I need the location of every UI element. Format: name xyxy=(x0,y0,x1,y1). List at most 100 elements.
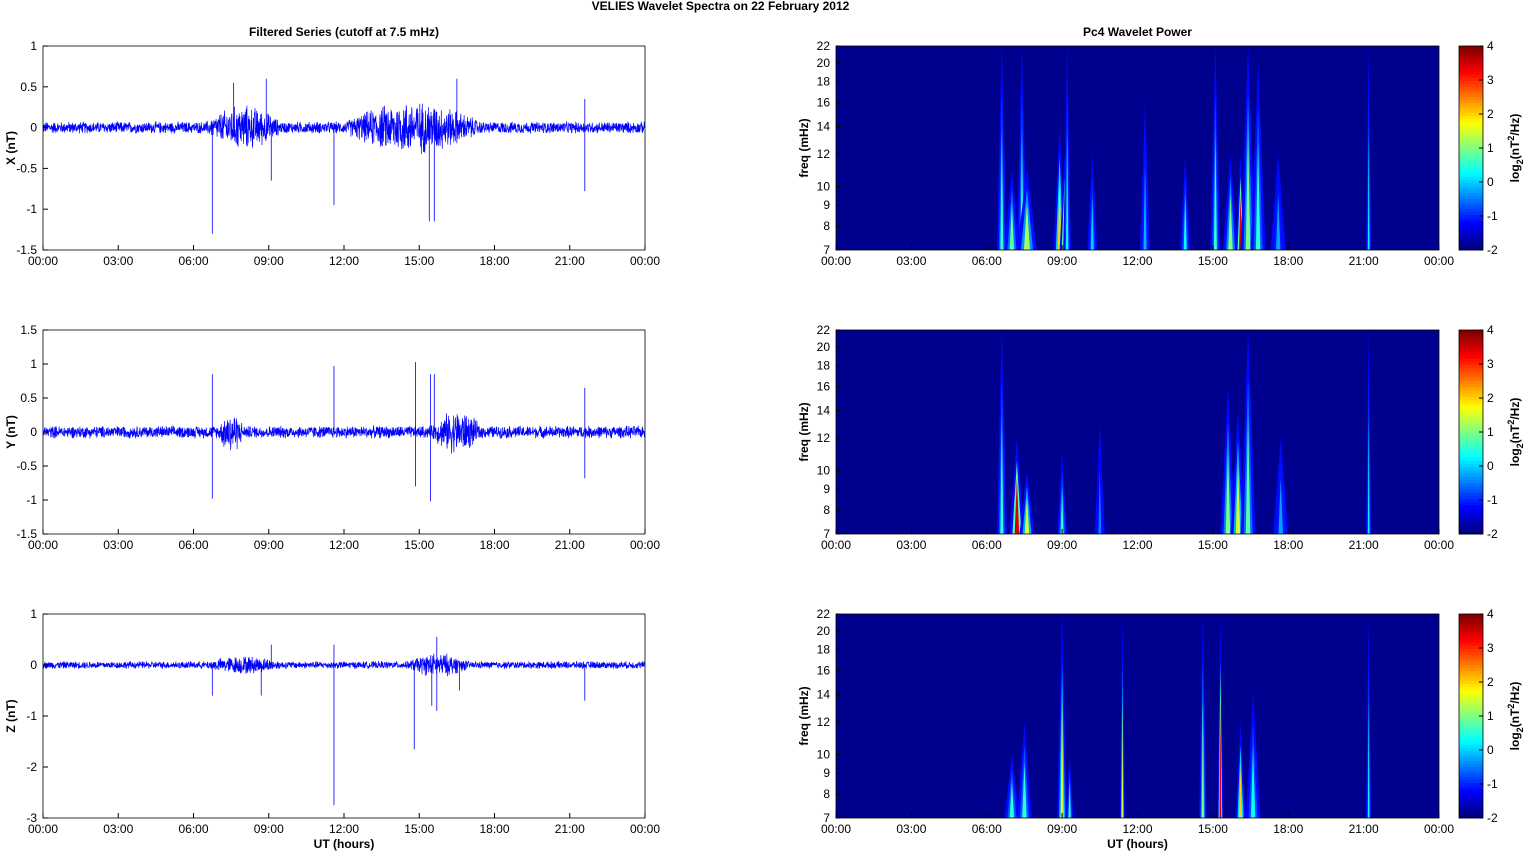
colorbar-swatch xyxy=(1459,163,1483,168)
x-tick-label: 18:00 xyxy=(479,254,509,268)
colorbar-swatch xyxy=(1459,218,1483,222)
colorbar-swatch xyxy=(1459,696,1483,701)
colorbar-tick-label: -1 xyxy=(1487,777,1498,791)
colorbar-swatch xyxy=(1459,330,1483,334)
x-tick-label: 21:00 xyxy=(1349,254,1379,268)
y-tick-label: 20 xyxy=(817,340,831,354)
colorbar-tick-label: 0 xyxy=(1487,743,1494,757)
colorbar-tick-label: -2 xyxy=(1487,243,1498,257)
colorbar-swatch xyxy=(1459,460,1483,465)
x-tick-label: 12:00 xyxy=(1122,822,1152,836)
y-tick-label: 18 xyxy=(817,359,831,373)
colorbar-swatch xyxy=(1459,61,1483,66)
colorbar-tick-label: 2 xyxy=(1487,107,1494,121)
colorbar-swatch xyxy=(1459,709,1483,714)
x-tick-label: 18:00 xyxy=(479,822,509,836)
colorbar-swatch xyxy=(1459,396,1483,401)
y-axis-label: freq (mHz) xyxy=(797,402,811,461)
colorbar-swatch xyxy=(1459,170,1483,174)
colorbar-tick-label: 3 xyxy=(1487,73,1494,87)
colorbar-swatch xyxy=(1459,457,1483,462)
figure-title: VELIES Wavelet Spectra on 22 February 20… xyxy=(591,0,850,13)
colorbar-swatch xyxy=(1459,671,1483,676)
colorbar-swatch xyxy=(1459,336,1483,341)
colorbar-tick-label: 0 xyxy=(1487,175,1494,189)
colorbar-swatch xyxy=(1459,87,1483,92)
colorbar-swatch xyxy=(1459,776,1483,781)
colorbar-swatch xyxy=(1459,744,1483,749)
colorbar-swatch xyxy=(1459,183,1483,187)
x-tick-label: 12:00 xyxy=(1122,254,1152,268)
y-tick-label: 12 xyxy=(817,715,831,729)
y-tick-label: -1 xyxy=(26,493,37,507)
colorbar-swatch xyxy=(1459,355,1483,360)
x-tick-label: 06:00 xyxy=(178,254,208,268)
colorbar-swatch xyxy=(1459,349,1483,353)
y-tick-label: 10 xyxy=(817,179,831,193)
colorbar: -2 -1 0 1 2 3 4 log2(nT2/Hz) xyxy=(1458,39,1525,257)
y-tick-label: 8 xyxy=(823,503,830,517)
y-tick-label: 9 xyxy=(823,198,830,212)
colorbar-tick-label: 1 xyxy=(1487,709,1494,723)
y-tick-label: 22 xyxy=(817,323,831,337)
y-tick-label: 0 xyxy=(30,425,37,439)
y-tick-label: 10 xyxy=(817,747,831,761)
x-tick-label: 12:00 xyxy=(329,538,359,552)
colorbar-swatch xyxy=(1459,492,1483,497)
colorbar-swatch xyxy=(1459,773,1483,778)
colorbar-swatch xyxy=(1459,202,1483,206)
x-axis-label: UT (hours) xyxy=(1107,837,1168,851)
x-tick-label: 09:00 xyxy=(1047,538,1077,552)
x-tick-label: 00:00 xyxy=(1424,538,1454,552)
colorbar-swatch xyxy=(1459,706,1483,711)
colorbar-swatch xyxy=(1459,365,1483,369)
colorbar-swatch xyxy=(1459,199,1483,203)
colorbar-swatch xyxy=(1459,786,1483,790)
colorbar-swatch xyxy=(1459,738,1483,742)
x-tick-label: 03:00 xyxy=(896,254,926,268)
colorbar-swatch xyxy=(1459,358,1483,363)
x-tick-label: 18:00 xyxy=(1273,538,1303,552)
y-tick-label: -1 xyxy=(26,709,37,723)
x-tick-label: 09:00 xyxy=(254,538,284,552)
colorbar-swatch xyxy=(1459,384,1483,388)
colorbar-swatch xyxy=(1459,658,1483,663)
colorbar-label: log2(nT2/Hz) xyxy=(1506,682,1525,751)
y-axis-label: freq (mHz) xyxy=(797,686,811,745)
colorbar-swatch xyxy=(1459,447,1483,452)
colorbar-swatch xyxy=(1459,789,1483,793)
colorbar-swatch xyxy=(1459,333,1483,337)
y-tick-label: 7 xyxy=(823,527,830,541)
x-tick-label: 00:00 xyxy=(630,254,660,268)
y-tick-label: 18 xyxy=(817,75,831,89)
wavelet-power-1: 00:00 03:00 06:00 09:00 12:00 15:00 18:00 21:00… xyxy=(797,323,1525,552)
colorbar-swatch xyxy=(1459,639,1483,644)
y-tick-label: 16 xyxy=(817,664,831,678)
colorbar-swatch xyxy=(1459,629,1483,634)
colorbar-swatch xyxy=(1459,192,1483,197)
spectrogram-background xyxy=(836,614,1439,818)
colorbar-swatch xyxy=(1459,741,1483,746)
colorbar-swatch xyxy=(1459,633,1483,637)
colorbar-swatch xyxy=(1459,58,1483,63)
y-tick-label: 20 xyxy=(817,56,831,70)
x-tick-label: 00:00 xyxy=(1424,822,1454,836)
colorbar-swatch xyxy=(1459,221,1483,225)
x-tick-label: 21:00 xyxy=(1349,822,1379,836)
colorbar-swatch xyxy=(1459,230,1483,235)
colorbar-swatch xyxy=(1459,652,1483,656)
colorbar-swatch xyxy=(1459,128,1483,133)
colorbar-swatch xyxy=(1459,157,1483,162)
colorbar-swatch xyxy=(1459,119,1483,123)
y-tick-label: 16 xyxy=(817,96,831,110)
colorbar-swatch xyxy=(1459,454,1483,458)
colorbar-swatch xyxy=(1459,368,1483,372)
y-tick-label: 7 xyxy=(823,811,830,825)
x-tick-label: 06:00 xyxy=(178,822,208,836)
colorbar-swatch xyxy=(1459,371,1483,376)
x-tick-label: 06:00 xyxy=(178,538,208,552)
colorbar-swatch xyxy=(1459,141,1483,146)
colorbar-swatch xyxy=(1459,521,1483,525)
x-tick-label: 15:00 xyxy=(1198,822,1228,836)
colorbar-tick-label: 2 xyxy=(1487,675,1494,689)
